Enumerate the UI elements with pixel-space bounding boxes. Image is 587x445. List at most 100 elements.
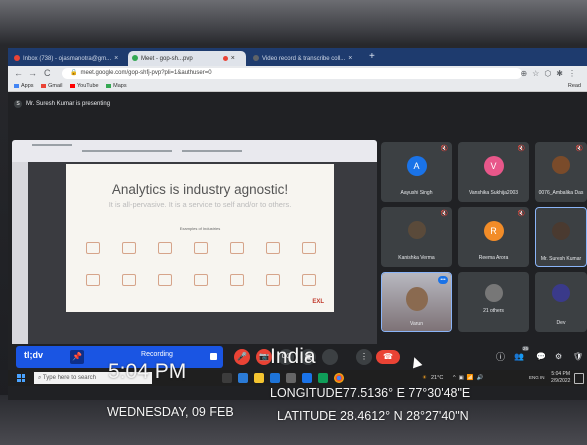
edge-icon[interactable] — [238, 373, 248, 383]
industry-icon — [86, 242, 100, 254]
tldv-tab-icon — [253, 55, 259, 62]
participant-photo — [552, 284, 570, 302]
language-indicator[interactable]: ENG IN — [529, 373, 545, 383]
tab-meet[interactable]: Meet - gop-sh...pvp × — [128, 51, 246, 66]
participant-tile-presenter[interactable]: Mr. Suresh Kumar — [535, 207, 587, 267]
task-view-icon[interactable] — [222, 373, 232, 383]
weather-icon[interactable]: ☀ — [422, 373, 427, 383]
close-tab-icon[interactable]: × — [231, 55, 235, 62]
back-button[interactable]: ← — [14, 67, 23, 80]
avatar: R — [483, 221, 504, 241]
windows-taskbar: ⌕ Type here to search ☀ 21°C ^▣📶🔊 ENG IN… — [8, 370, 587, 386]
participant-tile[interactable]: 🔇 A Aayushi Singh — [381, 142, 452, 202]
presenter-avatar: S — [14, 100, 22, 108]
tab-gmail[interactable]: Inbox (738) - ojasmanotra@gm... × — [10, 51, 125, 66]
info-icon[interactable]: ⓘ — [496, 349, 505, 365]
participant-name: Dev — [556, 320, 566, 326]
reading-list[interactable]: Read — [568, 81, 581, 91]
browser-tab-bar: Inbox (738) - ojasmanotra@gm... × Meet - … — [8, 48, 587, 66]
industry-icon — [122, 274, 136, 286]
speaking-icon: ••• — [438, 276, 448, 284]
self-view-tile[interactable]: ••• Varun — [381, 272, 452, 332]
store-icon[interactable] — [286, 373, 296, 383]
participant-name: Kanishka Verma — [398, 255, 435, 261]
mic-off-icon: 🔇 — [517, 211, 525, 217]
industry-icon — [194, 274, 208, 286]
tldv-logo: tl;dv — [24, 350, 43, 360]
bookmark-apps[interactable]: Apps — [14, 83, 34, 89]
reactions-button[interactable] — [322, 349, 338, 365]
meet-icon — [132, 55, 138, 62]
others-count: 21 others — [483, 308, 504, 314]
more-options-button[interactable]: ⋮ — [356, 349, 372, 365]
bookmark-maps[interactable]: Maps — [106, 83, 127, 89]
presenting-banner: S Mr. Suresh Kumar is presenting — [14, 100, 110, 108]
hangup-button[interactable]: ☎ — [376, 350, 400, 364]
bookmark-gmail[interactable]: Gmail — [41, 83, 62, 89]
maps-icon — [106, 83, 112, 88]
mic-off-icon: 🔇 — [575, 146, 583, 152]
others-tile[interactable]: 21 others — [458, 272, 529, 332]
participant-photo — [552, 156, 570, 174]
app-icon[interactable] — [302, 373, 312, 383]
reload-button[interactable]: C — [44, 67, 51, 80]
overlay-latitude: LATITUDE 28.4612° N 28°27'40"N — [277, 409, 469, 423]
bookmark-youtube[interactable]: YouTube — [69, 83, 99, 89]
industry-icon — [158, 242, 172, 254]
gmail-icon — [14, 55, 20, 62]
mail-icon[interactable] — [270, 373, 280, 383]
forward-button[interactable]: → — [28, 67, 37, 80]
industry-icon — [266, 274, 280, 286]
notification-icon[interactable] — [574, 373, 584, 384]
activities-icon[interactable]: ⚙ — [555, 349, 562, 365]
tab-tldv[interactable]: Video record & transcribe coll... × — [249, 51, 365, 66]
ribbon-line — [82, 150, 172, 152]
participant-tile[interactable]: Dev — [535, 272, 587, 332]
participant-photo — [405, 287, 428, 311]
mic-off-icon: 🔇 — [440, 211, 448, 217]
url-input[interactable]: 🔒 meet.google.com/gop-shfj-pvp?pli=1&auth… — [62, 68, 522, 79]
close-tab-icon[interactable]: × — [348, 55, 352, 62]
industry-icon — [302, 274, 316, 286]
ribbon-line — [32, 144, 72, 146]
mic-off-icon: 🔇 — [440, 146, 448, 152]
presentation-stage: Analytics is industry agnostic! It is al… — [12, 140, 377, 354]
overlay-longitude: LONGITUDE77.5136° E 77°30'48"E — [270, 386, 471, 400]
chrome-icon[interactable] — [334, 373, 344, 383]
participant-tile[interactable]: 🔇 R Reema Arora — [458, 207, 529, 267]
participant-name: Mr. Suresh Kumar — [540, 256, 582, 262]
stop-recording-button[interactable] — [210, 353, 217, 360]
host-controls-icon[interactable]: 🛡 — [573, 349, 583, 365]
close-tab-icon[interactable]: × — [114, 55, 118, 62]
slide: Analytics is industry agnostic! It is al… — [66, 164, 334, 312]
extensions-icons[interactable]: ⊕☆⬡✱⋮ — [520, 67, 581, 80]
youtube-icon — [69, 83, 75, 88]
taskbar-clock[interactable]: 5:04 PM 2/9/2022 — [551, 371, 570, 385]
avatar: A — [406, 156, 427, 176]
recording-status: Recording — [141, 351, 173, 358]
tray-icons[interactable]: ^▣📶🔊 — [453, 373, 486, 383]
overlay-date: WEDNESDAY, 09 FEB — [107, 405, 234, 419]
people-icon[interactable]: 👥 — [514, 349, 524, 365]
participant-tile[interactable]: 🔇 Kanishka Verma — [381, 207, 452, 267]
file-explorer-icon[interactable] — [254, 373, 264, 383]
apps-icon — [14, 83, 19, 88]
pin-icon[interactable]: 📌 — [70, 350, 84, 364]
windows-start-icon[interactable] — [17, 374, 25, 382]
chat-icon[interactable]: 💬 — [536, 349, 546, 365]
avatar: V — [483, 156, 504, 176]
participant-name: Reema Arora — [478, 255, 509, 261]
industry-icon — [194, 242, 208, 254]
app-icon[interactable] — [318, 373, 328, 383]
industry-icon — [302, 242, 316, 254]
new-tab-button[interactable]: + — [369, 51, 375, 63]
participant-tile[interactable]: 🔇 0076_Ambalika Das — [535, 142, 587, 202]
weather-temp: 21°C — [431, 375, 444, 381]
slide-title: Analytics is industry agnostic! — [111, 182, 289, 197]
industry-icon — [86, 274, 100, 286]
mic-off-icon: 🔇 — [517, 146, 525, 152]
ribbon-line — [182, 150, 242, 152]
mic-toggle-button[interactable]: 🎤 — [234, 349, 250, 365]
participant-tile[interactable]: 🔇 V Vanshika Sukhija2003 — [458, 142, 529, 202]
bookmarks-bar: Apps Gmail YouTube Maps Read — [8, 81, 587, 92]
